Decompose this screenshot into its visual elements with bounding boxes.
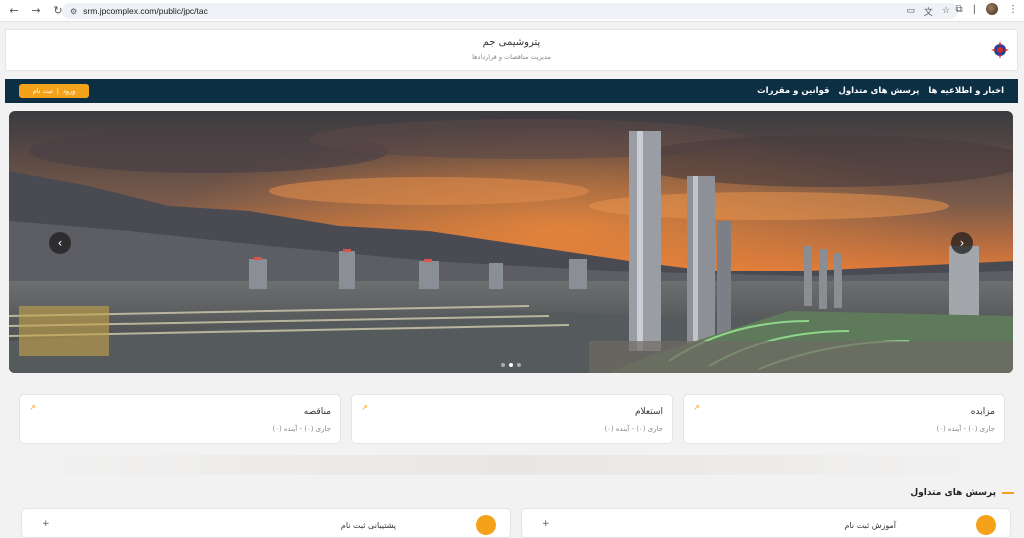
site-info-icon[interactable]: ⚙ (70, 7, 77, 16)
back-icon[interactable]: ← (6, 3, 22, 19)
faq-title: پرسش های متداول (910, 488, 996, 498)
install-app-icon[interactable]: ▭ (906, 6, 915, 16)
extensions-icon[interactable]: ⧉ (955, 4, 962, 15)
brand-block: پتروشیمی جم مدیریت مناقصات و قراردادها (6, 37, 1017, 61)
main-navbar: ورود | ثبت نام اخبار و اطلاعیه ها پرسش ه… (5, 79, 1018, 103)
site-header: پتروشیمی جم مدیریت مناقصات و قراردادها (5, 29, 1018, 71)
card-status: جاری (۰) - آینده (۰) (936, 425, 995, 433)
page-title: پتروشیمی جم (482, 37, 541, 48)
nav-links: اخبار و اطلاعیه ها پرسش های متداول قوانی… (757, 79, 1004, 103)
card-tender[interactable]: مناقصه جاری (۰) - آینده (۰) ↗ (19, 394, 341, 444)
login-register-button[interactable]: ورود | ثبت نام (19, 84, 89, 98)
card-title: استعلام (634, 407, 663, 417)
faq-heading: پرسش های متداول (910, 488, 1014, 498)
nav-link-news[interactable]: اخبار و اطلاعیه ها (928, 86, 1004, 96)
faq-icon (476, 515, 496, 535)
page-subtitle: مدیریت مناقصات و قراردادها (472, 53, 551, 61)
faq-label: پشتیبانی ثبت نام (340, 521, 396, 530)
translate-icon[interactable]: 文 (924, 5, 933, 18)
company-logo[interactable] (989, 39, 1011, 61)
browser-toolbar: ← → ↻ ⚙ srm.jpcomplex.com/public/jpc/tac… (0, 0, 1024, 22)
card-inquiry[interactable]: استعلام جاری (۰) - آینده (۰) ↗ (351, 394, 673, 444)
nav-link-rules[interactable]: قوانین و مقررات (757, 86, 829, 96)
browser-menu-icon[interactable]: ⋮ (1008, 4, 1018, 15)
slider-dot-active[interactable] (509, 363, 513, 367)
faq-item-registration-guide[interactable]: آموزش ثبت نام + (521, 508, 1011, 538)
faq-label: آموزش ثبت نام (844, 521, 896, 530)
external-link-icon[interactable]: ↗ (28, 403, 36, 412)
card-auction[interactable]: مزایده جاری (۰) - آینده (۰) ↗ (683, 394, 1005, 444)
address-bar[interactable]: ⚙ srm.jpcomplex.com/public/jpc/tac ▭ 文 ☆ (62, 3, 958, 19)
faq-icon (976, 515, 996, 535)
slider-dot[interactable] (517, 363, 521, 367)
expand-icon[interactable]: + (42, 519, 50, 529)
hero-slider[interactable]: ‹ › (9, 111, 1013, 373)
tender-cards: مزایده جاری (۰) - آینده (۰) ↗ استعلام جا… (19, 394, 1005, 444)
hero-image (9, 111, 1013, 373)
card-status: جاری (۰) - آینده (۰) (604, 425, 663, 433)
slider-dots (501, 363, 521, 367)
login-separator: | (56, 87, 59, 95)
faq-item-registration-support[interactable]: پشتیبانی ثبت نام + (21, 508, 511, 538)
login-label[interactable]: ورود (63, 87, 75, 95)
heading-accent-bar (1002, 492, 1014, 494)
card-title: مناقصه (303, 407, 331, 417)
register-label[interactable]: ثبت نام (33, 87, 53, 95)
external-link-icon[interactable]: ↗ (360, 403, 368, 412)
url-text: srm.jpcomplex.com/public/jpc/tac (83, 6, 208, 16)
separator-icon: | (972, 3, 976, 15)
section-divider (9, 455, 1013, 475)
profile-avatar[interactable] (986, 3, 998, 15)
bookmark-star-icon[interactable]: ☆ (942, 6, 950, 16)
slider-dot[interactable] (501, 363, 505, 367)
card-title: مزایده (970, 407, 995, 417)
external-link-icon[interactable]: ↗ (692, 403, 700, 412)
slider-next-button[interactable]: › (951, 232, 973, 254)
nav-link-faq[interactable]: پرسش های متداول (838, 86, 919, 96)
forward-icon[interactable]: → (28, 3, 44, 19)
expand-icon[interactable]: + (542, 519, 550, 529)
slider-prev-button[interactable]: ‹ (49, 232, 71, 254)
card-status: جاری (۰) - آینده (۰) (272, 425, 331, 433)
